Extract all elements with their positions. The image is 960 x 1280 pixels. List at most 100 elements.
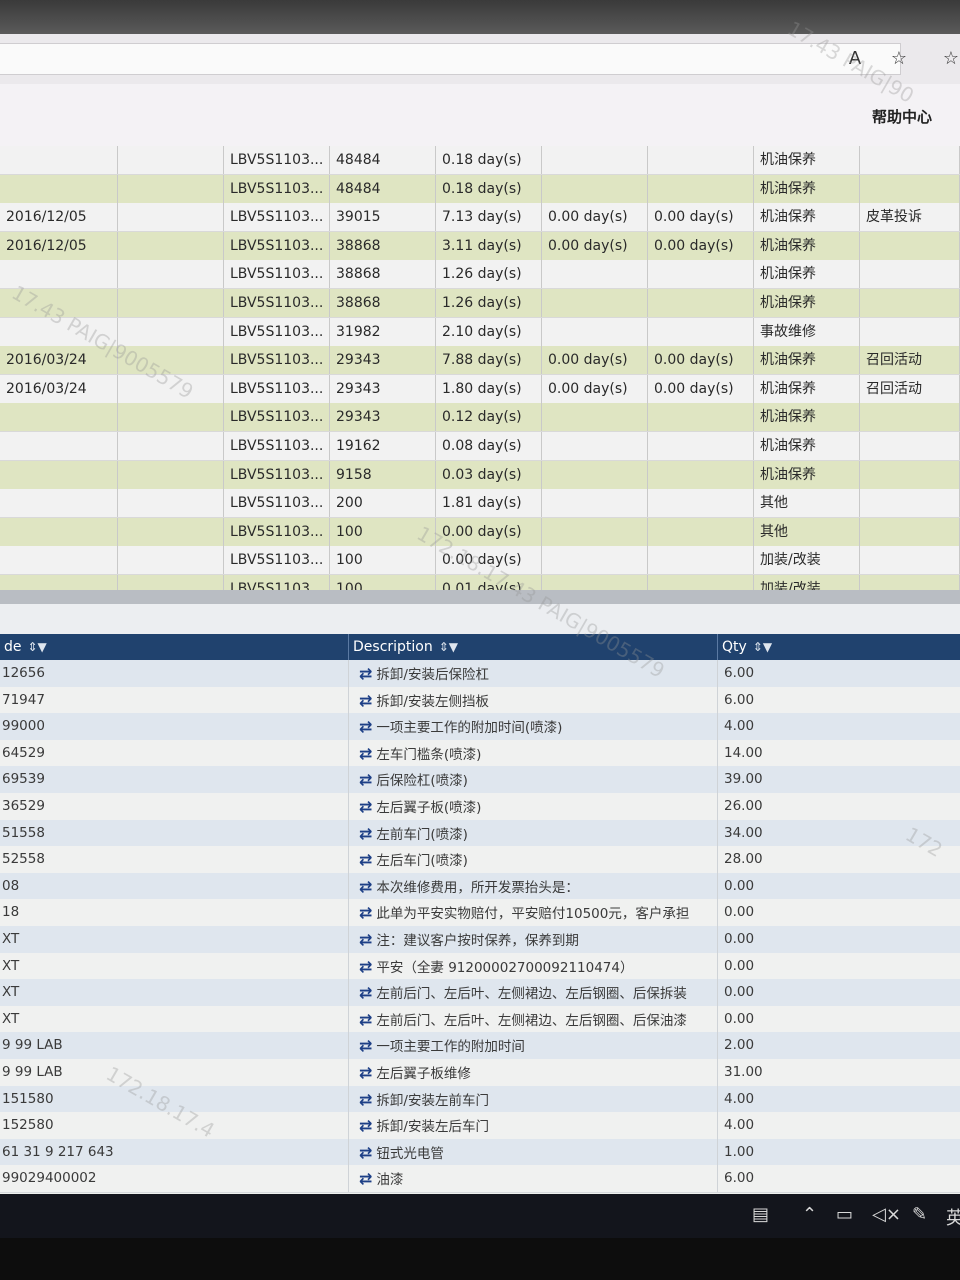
column-header-code[interactable]: de ⇕▼ — [0, 634, 349, 660]
col-service-type: 机油保养 — [754, 289, 860, 317]
table-row[interactable]: 12656 ⇄ 拆卸/安装后保险杠 6.00 — [0, 660, 960, 688]
column-header-qty[interactable]: Qty ⇕▼ — [718, 634, 960, 660]
table-row[interactable]: 2016/03/24 LBV5S1103... 29343 1.80 day(s) 0.… — [0, 374, 960, 404]
swap-arrows-icon[interactable]: ⇄ — [359, 1086, 372, 1113]
swap-arrows-icon[interactable]: ⇄ — [359, 687, 372, 714]
column-header-description[interactable]: Description ⇕▼ — [349, 634, 718, 660]
description-text: 拆卸/安装后保险杠 — [376, 667, 489, 683]
table-row[interactable]: 152580 ⇄ 拆卸/安装左后车门 4.00 — [0, 1112, 960, 1141]
swap-arrows-icon[interactable]: ⇄ — [359, 1006, 372, 1033]
table-row[interactable]: 2016/03/24 LBV5S1103... 29343 7.88 day(s) 0.… — [0, 346, 960, 376]
col-note — [860, 403, 960, 432]
table-row[interactable]: XT ⇄ 左前后门、左后叶、左侧裙边、左后钢圈、后保油漆 0.00 — [0, 1005, 960, 1034]
col-duration: 0.03 day(s) — [436, 460, 542, 489]
col-delay — [648, 460, 754, 489]
sort-filter-icon[interactable]: ⇕▼ — [439, 640, 458, 654]
table-row[interactable]: 2016/12/05 LBV5S1103... 38868 3.11 day(s) 0.… — [0, 231, 960, 261]
swap-arrows-icon[interactable]: ⇄ — [359, 740, 372, 767]
table-row[interactable]: 151580 ⇄ 拆卸/安装左前车门 4.00 — [0, 1085, 960, 1114]
swap-arrows-icon[interactable]: ⇄ — [359, 1112, 372, 1139]
table-row[interactable]: LBV5S1103... 48484 0.18 day(s) 机油保养 — [0, 174, 960, 204]
table-row[interactable]: 08 ⇄ 本次维修费用，所开发票抬头是： 0.00 — [0, 872, 960, 901]
cell-code: 151580 — [0, 1085, 349, 1113]
sort-filter-icon[interactable]: ⇕▼ — [28, 640, 47, 654]
col-mileage: 9158 — [330, 460, 436, 489]
help-center-link[interactable]: 帮助中心 — [872, 106, 932, 127]
swap-arrows-icon[interactable]: ⇄ — [359, 660, 372, 687]
col-duration: 2.10 day(s) — [436, 317, 542, 346]
pen-icon[interactable]: ✎ — [912, 1204, 927, 1225]
network-icon[interactable]: ▭ — [836, 1204, 853, 1225]
table-row[interactable]: XT ⇄ 左前后门、左后叶、左侧裙边、左后钢圈、后保拆装 0.00 — [0, 979, 960, 1008]
swap-arrows-icon[interactable]: ⇄ — [359, 1032, 372, 1059]
table-row[interactable]: LBV5S1103... 31982 2.10 day(s) 事故维修 — [0, 317, 960, 347]
col-date: 2016/03/24 — [0, 374, 118, 403]
table-row[interactable]: LBV5S1103... 29343 0.12 day(s) 机油保养 — [0, 403, 960, 433]
swap-arrows-icon[interactable]: ⇄ — [359, 899, 372, 926]
table-row[interactable]: LBV5S1103... 19162 0.08 day(s) 机油保养 — [0, 432, 960, 461]
table-row[interactable]: 64529 ⇄ 左车门槛条(喷漆) 14.00 — [0, 739, 960, 768]
col-delay — [648, 546, 754, 575]
table-row[interactable]: 99029400002 ⇄ 油漆 6.00 — [0, 1165, 960, 1194]
table-row[interactable]: LBV5S1103... 38868 1.26 day(s) 机油保养 — [0, 260, 960, 290]
cell-qty: 4.00 — [724, 718, 755, 735]
table-row[interactable]: 69539 ⇄ 后保险杠(喷漆) 39.00 — [0, 766, 960, 795]
items-table-header: de ⇕▼ Description ⇕▼ Qty ⇕▼ — [0, 634, 960, 660]
cell-description: ⇄ 后保险杠(喷漆) — [349, 766, 718, 794]
table-row[interactable]: LBV5S1103... 48484 0.18 day(s) 机油保养 — [0, 146, 960, 175]
swap-arrows-icon[interactable]: ⇄ — [359, 846, 372, 873]
table-row[interactable]: 61 31 9 217 643 ⇄ 钮式光电管 1.00 — [0, 1138, 960, 1167]
swap-arrows-icon[interactable]: ⇄ — [359, 1165, 372, 1192]
col-note — [860, 231, 960, 260]
swap-arrows-icon[interactable]: ⇄ — [359, 926, 372, 953]
cell-description: ⇄ 拆卸/安装左侧挡板 — [349, 686, 718, 714]
swap-arrows-icon[interactable]: ⇄ — [359, 820, 372, 847]
favorites-list-icon[interactable]: ☆ — [938, 46, 960, 72]
col-delay — [648, 432, 754, 460]
table-row[interactable]: 51558 ⇄ 左前车门(喷漆) 34.00 — [0, 819, 960, 848]
table-row[interactable]: LBV5S1103... 200 1.81 day(s) 其他 — [0, 489, 960, 519]
panel-splitter[interactable] — [0, 590, 960, 604]
table-row[interactable]: LBV5S1103... 100 0.01 day(s) 加装/改装 — [0, 575, 960, 590]
cell-description: ⇄ 一项主要工作的附加时间(喷漆) — [349, 713, 718, 741]
col-date — [0, 546, 118, 575]
col-mileage: 100 — [330, 546, 436, 575]
cell-code: 99000 — [0, 713, 349, 741]
col-vin: LBV5S1103... — [224, 546, 330, 575]
swap-arrows-icon[interactable]: ⇄ — [359, 873, 372, 900]
col-service-type: 机油保养 — [754, 403, 860, 432]
favorite-star-icon[interactable]: ☆ — [886, 46, 912, 72]
swap-arrows-icon[interactable]: ⇄ — [359, 713, 372, 740]
col-service-type: 加装/改装 — [754, 546, 860, 575]
swap-arrows-icon[interactable]: ⇄ — [359, 953, 372, 980]
table-row[interactable]: 99000 ⇄ 一项主要工作的附加时间(喷漆) 4.00 — [0, 713, 960, 742]
table-row[interactable]: LBV5S1103... 38868 1.26 day(s) 机油保养 — [0, 289, 960, 318]
table-row[interactable]: 2016/12/05 LBV5S1103... 39015 7.13 day(s) 0.… — [0, 203, 960, 233]
table-row[interactable]: LBV5S1103... 100 0.00 day(s) 加装/改装 — [0, 546, 960, 576]
swap-arrows-icon[interactable]: ⇄ — [359, 1059, 372, 1086]
keyboard-icon[interactable]: ▤ — [752, 1204, 769, 1225]
table-row[interactable]: XT ⇄ 注：建议客户按时保养，保养到期 0.00 — [0, 926, 960, 954]
address-bar[interactable] — [0, 43, 901, 75]
table-row[interactable]: LBV5S1103... 100 0.00 day(s) 其他 — [0, 517, 960, 547]
swap-arrows-icon[interactable]: ⇄ — [359, 793, 372, 820]
col-blank — [118, 317, 224, 346]
table-row[interactable]: 71947 ⇄ 拆卸/安装左侧挡板 6.00 — [0, 686, 960, 715]
table-row[interactable]: LBV5S1103... 9158 0.03 day(s) 机油保养 — [0, 460, 960, 490]
ime-indicator[interactable]: 英 — [946, 1204, 960, 1230]
table-row[interactable]: 9 99 LAB ⇄ 一项主要工作的附加时间 2.00 — [0, 1032, 960, 1061]
table-row[interactable]: XT ⇄ 平安（全妻 91200002700092110474） 0.00 — [0, 952, 960, 981]
table-row[interactable]: 18 ⇄ 此单为平安实物赔付，平安赔付10500元，客户承担 0.00 — [0, 899, 960, 928]
col-duration: 0.18 day(s) — [436, 174, 542, 203]
table-row[interactable]: 9 99 LAB ⇄ 左后翼子板维修 31.00 — [0, 1059, 960, 1087]
swap-arrows-icon[interactable]: ⇄ — [359, 766, 372, 793]
chevron-up-icon[interactable]: ⌃ — [802, 1204, 817, 1225]
col-service-type: 机油保养 — [754, 260, 860, 289]
table-row[interactable]: 52558 ⇄ 左后车门(喷漆) 28.00 — [0, 846, 960, 875]
volume-muted-icon[interactable]: ◁× — [872, 1204, 901, 1225]
table-row[interactable]: 36529 ⇄ 左后翼子板(喷漆) 26.00 — [0, 793, 960, 821]
swap-arrows-icon[interactable]: ⇄ — [359, 1139, 372, 1166]
sort-filter-icon[interactable]: ⇕▼ — [753, 640, 772, 654]
swap-arrows-icon[interactable]: ⇄ — [359, 979, 372, 1006]
read-aloud-icon[interactable]: A — [842, 46, 868, 72]
